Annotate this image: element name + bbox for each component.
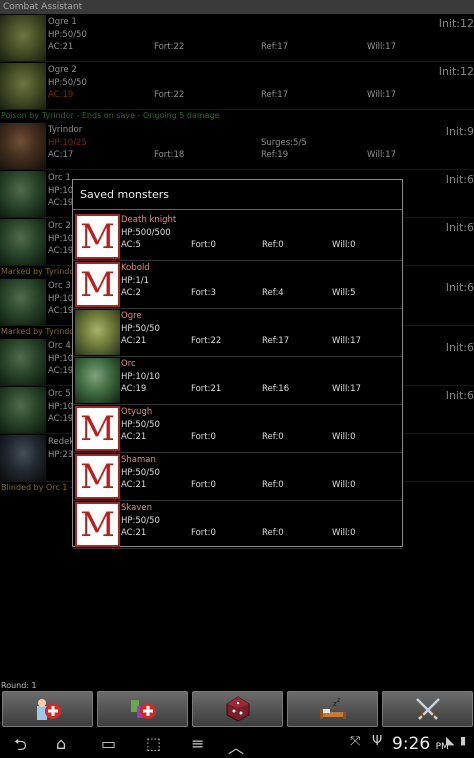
monster-hp: HP:50/50 — [121, 516, 160, 526]
monster-will: Will:0 — [332, 528, 356, 538]
monster-hp: HP:10/10 — [121, 372, 160, 382]
saved-monster-row[interactable]: M Otyugh HP:50/50 AC:21 Fort:0 Ref:0 Will:0 — [73, 405, 402, 453]
monster-name: Shaman — [121, 455, 156, 465]
action-toolbar: z z — [0, 690, 474, 728]
monster-ac: AC:5 — [121, 240, 141, 250]
monster-placeholder-icon: M — [75, 406, 120, 451]
dialog-divider — [73, 209, 402, 210]
start-combat-button[interactable] — [382, 691, 473, 727]
monster-hp: HP:50/50 — [121, 324, 160, 334]
menu-icon[interactable]: ≡ — [191, 734, 204, 753]
home-icon[interactable]: ⌂ — [56, 734, 66, 753]
monster-ac: AC:2 — [121, 288, 141, 298]
monster-placeholder-icon: M — [75, 214, 120, 259]
monster-name: Skaven — [121, 503, 153, 513]
roll-dice-button[interactable] — [192, 691, 283, 727]
monster-fort: Fort:22 — [191, 336, 222, 346]
battery-icon: ▮ — [460, 734, 467, 747]
monster-fort: Fort:0 — [191, 432, 216, 442]
app-title: Combat Assistant — [3, 2, 83, 12]
rest-icon: z z — [319, 697, 346, 719]
saved-monster-row[interactable]: M Skaven HP:50/50 AC:21 Fort:0 Ref:0 Will:0 — [73, 501, 402, 549]
fullscreen-icon: ⤧ — [350, 734, 361, 749]
monster-hp: HP:500/500 — [121, 228, 171, 238]
saved-monster-row[interactable]: Orc HP:10/10 AC:19 Fort:21 Ref:16 Will:17 — [73, 357, 402, 405]
rest-button[interactable]: z z — [287, 691, 378, 727]
monster-ref: Ref:16 — [262, 384, 290, 394]
monster-fort: Fort:21 — [191, 384, 222, 394]
monster-name: Death knight — [121, 215, 177, 225]
monster-will: Will:17 — [332, 336, 361, 346]
monster-name: Kobold — [121, 263, 150, 273]
monster-hp: HP:1/1 — [121, 276, 150, 286]
monster-hp: HP:50/50 — [121, 420, 160, 430]
usb-icon: Ψ — [372, 734, 383, 749]
screenshot-icon[interactable]: ⬚ — [146, 734, 161, 753]
monster-fort: Fort:0 — [191, 528, 216, 538]
clock: 9:26 PM — [392, 734, 449, 754]
saved-monsters-list[interactable]: M Death knight HP:500/500 AC:5 Fort:0 Ref:0 Wi… — [73, 213, 402, 549]
monster-fort: Fort:0 — [191, 480, 216, 490]
saved-monster-row[interactable]: Ogre HP:50/50 AC:21 Fort:22 Ref:17 Will:17 — [73, 309, 402, 357]
round-counter: Round: 1 — [1, 681, 37, 690]
monster-placeholder-icon: M — [75, 262, 120, 307]
monster-placeholder-icon: M — [75, 502, 120, 547]
back-icon[interactable]: ⮌ — [14, 734, 27, 758]
monster-will: Will:0 — [332, 480, 356, 490]
saved-monster-row[interactable]: M Death knight HP:500/500 AC:5 Fort:0 Ref:0 Wi… — [73, 213, 402, 261]
monster-ac: AC:21 — [121, 336, 147, 346]
monster-ac: AC:21 — [121, 480, 147, 490]
crossed-swords-icon — [415, 698, 440, 720]
monster-ref: Ref:17 — [262, 336, 290, 346]
monster-ac: AC:21 — [121, 432, 147, 442]
monster-will: Will:0 — [332, 432, 356, 442]
svg-text:z: z — [337, 697, 340, 704]
monster-ref: Ref:0 — [262, 240, 284, 250]
add-player-icon — [36, 699, 61, 720]
add-monster-icon — [130, 700, 156, 719]
ogre-portrait — [75, 310, 120, 355]
monster-ac: AC:21 — [121, 528, 147, 538]
monster-name: Orc — [121, 359, 136, 369]
monster-fort: Fort:3 — [191, 288, 216, 298]
system-navigation-bar: ⮌ ⌂ ▭ ⬚ ≡ ︿ ⤧ Ψ 9:26 PM ◣ ▮ — [0, 730, 474, 758]
saved-monsters-dialog: Saved monsters M Death knight HP:500/500 AC… — [72, 179, 403, 549]
saved-monster-row[interactable]: M Shaman HP:50/50 AC:21 Fort:0 Ref:0 Will:0 — [73, 453, 402, 501]
monster-will: Will:17 — [332, 384, 361, 394]
monster-will: Will:5 — [332, 288, 356, 298]
saved-monster-row[interactable]: M Kobold HP:1/1 AC:2 Fort:3 Ref:4 Will:5 — [73, 261, 402, 309]
orc-portrait — [75, 358, 120, 403]
dice-icon — [226, 696, 249, 722]
dialog-title: Saved monsters — [80, 188, 169, 201]
monster-ac: AC:19 — [121, 384, 147, 394]
chevron-up-icon[interactable]: ︿ — [228, 734, 244, 758]
monster-name: Otyugh — [121, 407, 153, 417]
monster-fort: Fort:0 — [191, 240, 216, 250]
clock-time: 9:26 — [392, 734, 431, 754]
monster-ref: Ref:0 — [262, 480, 284, 490]
monster-placeholder-icon: M — [75, 454, 120, 499]
monster-name: Ogre — [121, 311, 142, 321]
monster-hp: HP:50/50 — [121, 468, 160, 478]
add-player-button[interactable] — [2, 691, 93, 727]
monster-ref: Ref:0 — [262, 528, 284, 538]
recent-apps-icon[interactable]: ▭ — [101, 734, 116, 753]
monster-ref: Ref:4 — [262, 288, 284, 298]
monster-ref: Ref:0 — [262, 432, 284, 442]
monster-will: Will:0 — [332, 240, 356, 250]
app-title-bar: Combat Assistant — [0, 0, 474, 14]
wifi-icon: ◣ — [446, 734, 455, 747]
add-monster-button[interactable] — [97, 691, 188, 727]
